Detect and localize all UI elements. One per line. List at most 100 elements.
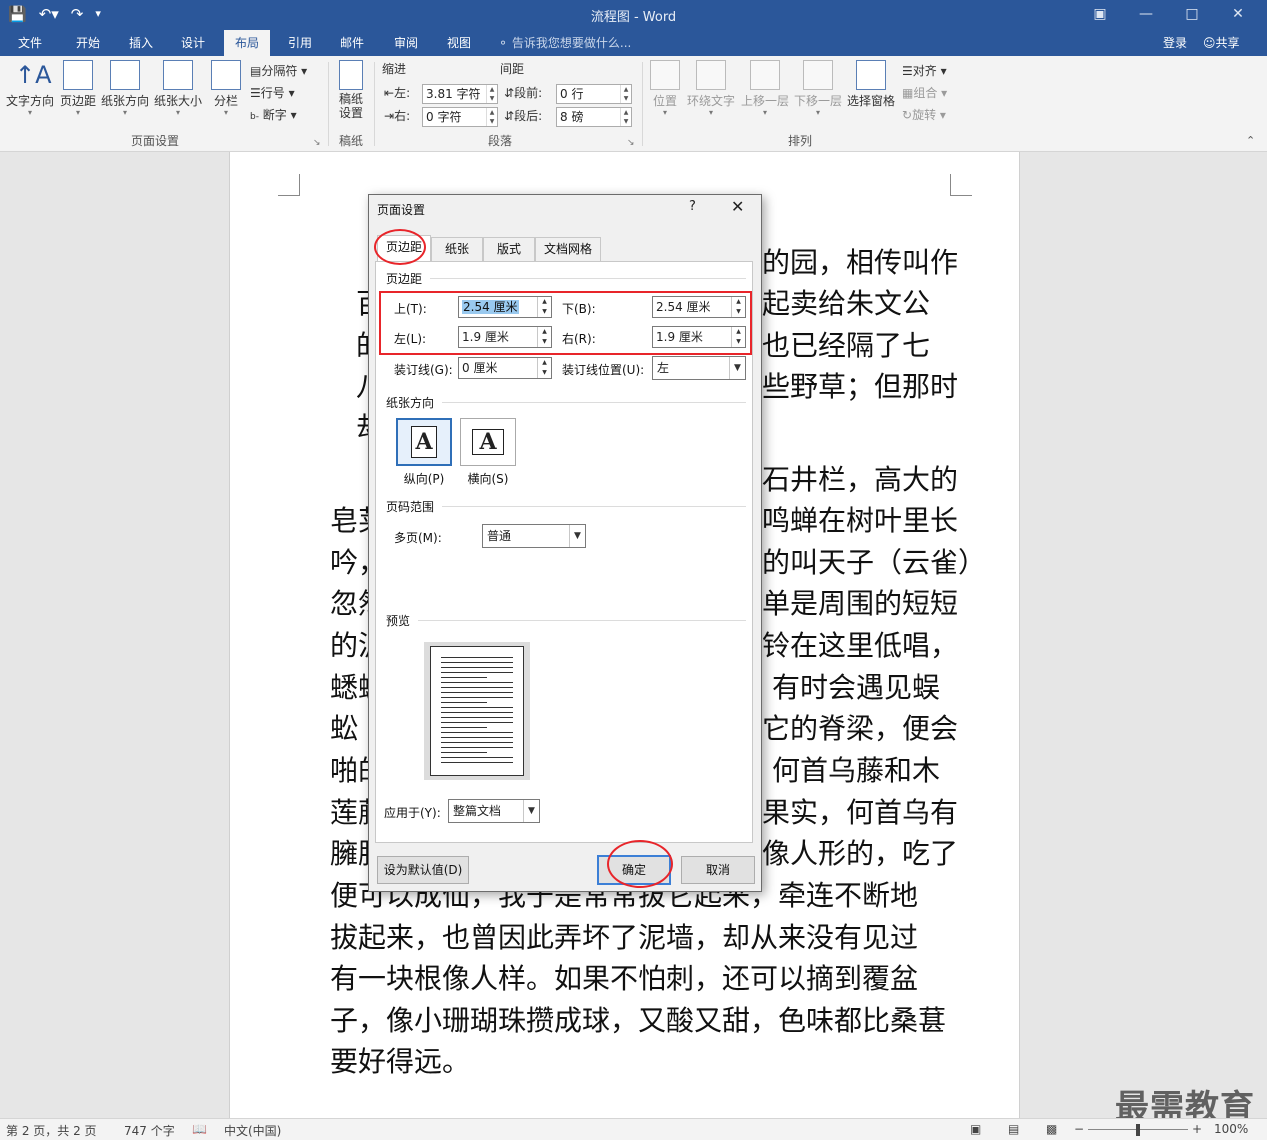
spinner-arrows-icon[interactable]: ▲ ▼ xyxy=(486,108,497,126)
doc-line-right: 单是周围的短短 xyxy=(762,587,959,620)
portrait-label: 纵向(P) xyxy=(403,472,445,486)
portrait-option[interactable]: A xyxy=(396,418,452,466)
help-button[interactable]: ? xyxy=(689,199,696,214)
line-numbers-icon: ☰ xyxy=(250,86,261,100)
tab-view[interactable]: 视图 xyxy=(436,30,482,56)
preview-line xyxy=(441,742,513,743)
gutter-input[interactable]: 0 厘米 ▲ ▼ xyxy=(458,357,552,379)
spacing-after-icon: ⇵ xyxy=(504,109,515,123)
preview-line xyxy=(441,672,513,673)
zoom-out-icon[interactable]: − xyxy=(1074,1122,1084,1136)
tab-review[interactable]: 审阅 xyxy=(383,30,429,56)
tab-file[interactable]: 文件 xyxy=(8,30,52,56)
tab-mailings[interactable]: 邮件 xyxy=(330,30,374,56)
spacing-after-input[interactable]: 8 磅 ▲ ▼ xyxy=(556,107,632,127)
position-button[interactable]: 位置 ▾ xyxy=(648,60,682,117)
send-backward-button[interactable]: 下移一层 ▾ xyxy=(793,60,843,117)
zoom-in-icon[interactable]: + xyxy=(1192,1122,1202,1136)
bring-forward-button[interactable]: 上移一层 ▾ xyxy=(740,60,790,117)
collapse-ribbon-icon[interactable]: ⌃ xyxy=(1246,132,1255,150)
ribbon-display-icon[interactable]: ▣ xyxy=(1077,2,1123,28)
page-preview xyxy=(424,642,530,780)
preview-line xyxy=(441,692,513,693)
orientation-section-label: 纸张方向 xyxy=(386,396,435,410)
columns-icon xyxy=(211,60,241,90)
selection-pane-button[interactable]: 选择窗格 xyxy=(846,60,896,109)
dialog-close-button[interactable]: ✕ xyxy=(731,197,744,216)
tab-references[interactable]: 引用 xyxy=(278,30,322,56)
spinner-arrows-icon[interactable]: ▲ ▼ xyxy=(537,358,551,378)
gutter-label: 装订线(G): xyxy=(394,363,453,377)
tab-insert[interactable]: 插入 xyxy=(118,30,164,56)
multiple-pages-select[interactable]: 普通 ▼ xyxy=(482,524,586,548)
preview-line xyxy=(441,732,513,733)
hyphenation-icon: b‐ xyxy=(250,112,259,122)
spinner-arrows-icon[interactable]: ▲ ▼ xyxy=(620,108,631,126)
indent-right-label: ⇥右: xyxy=(384,109,411,123)
doc-line-right: 果实，何首乌有 xyxy=(762,796,959,829)
doc-line-right: 鸣蝉在树叶里长 xyxy=(762,504,959,537)
text-direction-button[interactable]: ↑A 文字方向 ▾ xyxy=(6,60,54,117)
read-mode-icon[interactable]: ▣ xyxy=(970,1122,981,1136)
doc-line-right: 有时会遇见蜈 xyxy=(772,671,941,704)
group-objects-button[interactable]: ▦组合 ▾ xyxy=(902,84,947,102)
doc-line-right: 它的脊梁，便会 xyxy=(762,712,959,745)
columns-button[interactable]: 分栏 ▾ xyxy=(208,60,244,117)
spinner-arrows-icon[interactable]: ▲ ▼ xyxy=(620,85,631,103)
rotate-button[interactable]: ↻旋转 ▾ xyxy=(902,106,946,124)
indent-left-input[interactable]: 3.81 字符 ▲ ▼ xyxy=(422,84,498,104)
orientation-button[interactable]: 纸张方向 ▾ xyxy=(100,60,150,117)
doc-line: 有一块根像人样。如果不怕刺，还可以摘到覆盆 xyxy=(330,962,919,995)
gutter-position-select[interactable]: 左 ▼ xyxy=(652,356,746,380)
login-link[interactable]: 登录 xyxy=(1163,30,1187,56)
tab-design[interactable]: 设计 xyxy=(170,30,216,56)
page-count[interactable]: 第 2 页，共 2 页 xyxy=(6,1122,97,1139)
apply-to-select[interactable]: 整篇文档 ▼ xyxy=(448,799,540,823)
line-numbers-button[interactable]: ☰行号 ▾ xyxy=(250,84,295,102)
proofing-icon[interactable]: 📖 xyxy=(192,1122,207,1136)
set-default-button[interactable]: 设为默认值(D) xyxy=(377,856,469,884)
paragraph-launcher-icon[interactable]: ↘ xyxy=(627,134,635,152)
print-layout-icon[interactable]: ▤ xyxy=(1008,1122,1019,1136)
dialog-tab-paper[interactable]: 纸张 xyxy=(431,237,483,261)
dialog-tab-layout[interactable]: 版式 xyxy=(483,237,535,261)
ribbon-tab-bar: 文件 开始 插入 设计 布局 引用 邮件 审阅 视图 ⚬ 告诉我您想要做什么..… xyxy=(0,30,1267,56)
rotate-icon: ↻ xyxy=(902,108,913,122)
page-setup-launcher-icon[interactable]: ↘ xyxy=(313,134,321,152)
minimize-button[interactable]: — xyxy=(1123,2,1169,28)
doc-line: 要好得远。 xyxy=(330,1045,471,1078)
title-bar: 💾 ↶▾ ↷ ▾ 流程图 - Word ▣ — □ ✕ xyxy=(0,0,1267,30)
chevron-down-icon: ▼ xyxy=(523,800,539,822)
spacing-label: 间距 xyxy=(500,62,525,76)
cancel-button[interactable]: 取消 xyxy=(681,856,755,884)
dialog-tab-doc-grid[interactable]: 文档网格 xyxy=(535,237,601,261)
group-label-page-setup: 页面设置 xyxy=(130,134,179,148)
size-button[interactable]: 纸张大小 ▾ xyxy=(153,60,203,117)
maximize-button[interactable]: □ xyxy=(1169,2,1215,28)
align-button[interactable]: ☰对齐 ▾ xyxy=(902,62,947,80)
gutter-position-label: 装订线位置(U): xyxy=(562,363,645,377)
margins-button[interactable]: 页边距 ▾ xyxy=(58,60,98,117)
share-button[interactable]: ☺共享 xyxy=(1203,30,1240,56)
language-indicator[interactable]: 中文(中国) xyxy=(224,1122,281,1139)
manuscript-settings-button[interactable]: 稿纸设置 xyxy=(334,60,368,120)
zoom-level[interactable]: 100% xyxy=(1214,1122,1248,1136)
person-icon: ☺ xyxy=(1203,36,1216,50)
tab-layout[interactable]: 布局 xyxy=(224,30,270,56)
spinner-arrows-icon[interactable]: ▲ ▼ xyxy=(486,85,497,103)
group-icon: ▦ xyxy=(902,86,914,100)
word-count[interactable]: 747 个字 xyxy=(124,1122,175,1139)
landscape-option[interactable]: A xyxy=(460,418,516,466)
margins-section-label: 页边距 xyxy=(386,272,423,286)
preview-line xyxy=(441,677,487,678)
spacing-before-input[interactable]: 0 行 ▲ ▼ xyxy=(556,84,632,104)
tab-home[interactable]: 开始 xyxy=(64,30,112,56)
hyphenation-button[interactable]: b‐ 断字 ▾ xyxy=(250,106,297,126)
wrap-text-button[interactable]: 环绕文字 ▾ xyxy=(686,60,736,117)
web-layout-icon[interactable]: ▩ xyxy=(1046,1122,1057,1136)
zoom-slider-thumb[interactable] xyxy=(1136,1124,1140,1136)
breaks-button[interactable]: ▤分隔符 ▾ xyxy=(250,62,307,80)
tell-me-box[interactable]: ⚬ 告诉我您想要做什么... xyxy=(498,30,631,56)
indent-right-input[interactable]: 0 字符 ▲ ▼ xyxy=(422,107,498,127)
close-window-button[interactable]: ✕ xyxy=(1215,2,1261,28)
